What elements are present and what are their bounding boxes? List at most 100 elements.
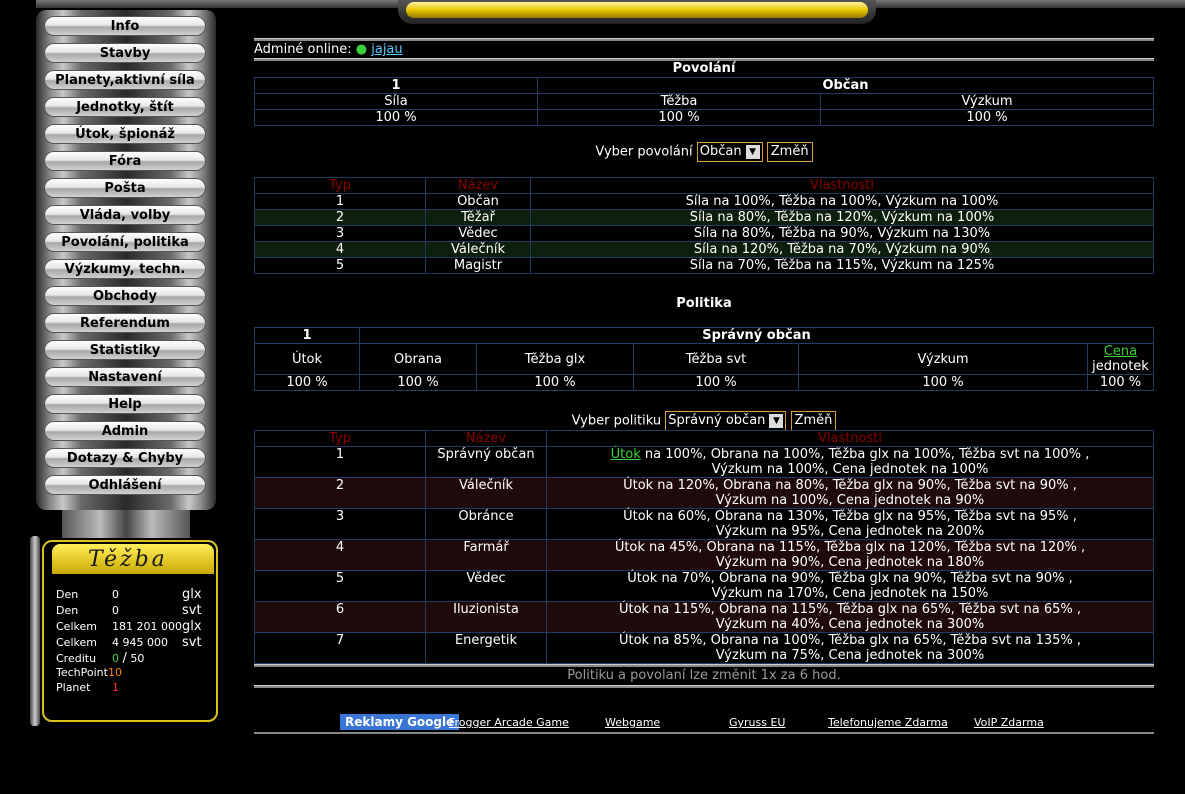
table-cell: Válečník	[425, 477, 547, 509]
table-cell: Útok na 70%, Obrana na 90%, Těžba glx na…	[546, 570, 1154, 602]
table-row: 7 Energetik Útok na 85%, Obrana na 100%,…	[254, 632, 1154, 664]
desc-line: Útok na 70%, Obrana na 90%, Těžba glx na…	[627, 571, 1073, 586]
table-cell: 2	[254, 477, 426, 509]
table-header-row: Typ Název Vlastnosti	[254, 430, 1154, 447]
table-cell: Iluzionista	[425, 601, 547, 633]
resource-unit: svt	[182, 602, 202, 618]
povolani-select[interactable]: Občan ▼	[696, 142, 763, 162]
menu-item-vyzkumy[interactable]: Výzkumy, techn.	[44, 259, 206, 279]
menu-item-obchody[interactable]: Obchody	[44, 286, 206, 306]
resource-label: Celkem	[56, 635, 97, 649]
table-cell: Síla na 80%, Těžba na 120%, Výzkum na 10…	[530, 209, 1154, 226]
table-cell: 1	[254, 193, 426, 210]
table-header: Obrana	[359, 343, 477, 375]
politika-current-table: 1 Správný občan Útok Obrana Těžba glx Tě…	[254, 327, 1154, 391]
menu-item-info[interactable]: Info	[44, 16, 206, 36]
menu-item-odhlaseni[interactable]: Odhlášení	[44, 475, 206, 495]
table-header: Výzkum	[820, 93, 1154, 110]
menu-item-fora[interactable]: Fóra	[44, 151, 206, 171]
politika-select[interactable]: Správný občan ▼	[665, 411, 787, 431]
table-cell: 3	[254, 225, 426, 242]
table-cell: 5	[254, 257, 426, 274]
table-header: Výzkum	[798, 343, 1088, 375]
table-cell: Útok na 120%, Obrana na 80%, Těžba glx n…	[546, 477, 1154, 509]
politika-list-table: Typ Název Vlastnosti 1 Správný občan Úto…	[254, 430, 1154, 664]
credit-separator: /	[122, 650, 127, 666]
politika-current-section: 1 Správný občan Útok Obrana Těžba glx Tě…	[254, 327, 1154, 391]
cena-link[interactable]: Cena	[1104, 344, 1137, 359]
menu-item-povolani[interactable]: Povolání, politika	[44, 232, 206, 252]
resource-label: Celkem	[56, 619, 97, 633]
credit-max: 50	[130, 651, 145, 665]
table-header: Název	[425, 430, 547, 447]
povolani-form: Vyber povolání Občan ▼ Změň	[254, 142, 1154, 162]
chevron-down-icon: ▼	[769, 413, 784, 428]
online-dot-icon: ●	[355, 42, 368, 57]
techpoint-row: TechPoint10	[56, 666, 202, 679]
table-cell: Občan	[425, 193, 531, 210]
table-cell: Síla na 70%, Těžba na 115%, Výzkum na 12…	[530, 257, 1154, 274]
table-cell: Magistr	[425, 257, 531, 274]
planet-value: 1	[112, 680, 119, 694]
sidebar: Info Stavby Planety,aktivní síla Jednotk…	[36, 10, 216, 510]
menu-item-vlada[interactable]: Vláda, volby	[44, 205, 206, 225]
desc-line: Útok na 45%, Obrana na 115%, Těžba glx n…	[614, 540, 1086, 555]
menu-item-posta[interactable]: Pošta	[44, 178, 206, 198]
politika-select-label: Vyber politiku	[571, 413, 662, 429]
table-row: 1 Správný občan Útok na 100%, Obrana na …	[254, 446, 1154, 478]
ad-link[interactable]: Webgame	[605, 716, 660, 729]
table-header: Těžba glx	[476, 343, 634, 375]
politika-current-name: Správný občan	[359, 327, 1154, 344]
google-ads-label[interactable]: Reklamy Google	[340, 714, 460, 730]
desc-line: Výzkum na 75%, Cena jednotek na 300%	[715, 648, 985, 663]
admins-online: Adminé online: ● jajau	[254, 42, 403, 57]
admins-online-label: Adminé online:	[254, 42, 352, 57]
table-cell: 100 %	[537, 109, 821, 126]
ad-link[interactable]: VoIP Zdarma	[974, 716, 1044, 729]
credit-current: 0	[112, 651, 119, 665]
table-row: 1 Občan	[254, 77, 1154, 94]
top-gold-bar	[406, 2, 868, 18]
politika-change-button[interactable]: Změň	[790, 411, 837, 431]
table-cell: Síla na 100%, Těžba na 100%, Výzkum na 1…	[530, 193, 1154, 210]
menu-item-help[interactable]: Help	[44, 394, 206, 414]
cena-suffix: jednotek	[1092, 359, 1149, 374]
desc-line: Útok na 85%, Obrana na 100%, Těžba glx n…	[618, 633, 1082, 648]
desc-line: Útok na 120%, Obrana na 80%, Těžba glx n…	[623, 478, 1077, 493]
table-cell: 4	[254, 241, 426, 258]
resource-row: Den 0 svt	[56, 602, 202, 618]
table-header: Vlastnosti	[530, 177, 1154, 194]
menu-item-utok[interactable]: Útok, špionáž	[44, 124, 206, 144]
table-header: Síla	[254, 93, 538, 110]
menu-item-planety[interactable]: Planety,aktivní síla	[44, 70, 206, 90]
table-header: Vlastnosti	[546, 430, 1154, 447]
ad-link[interactable]: Gyruss EU	[729, 716, 786, 729]
menu-item-referendum[interactable]: Referendum	[44, 313, 206, 333]
resource-panel-title: Těžba	[88, 547, 168, 572]
table-row: Síla Těžba Výzkum	[254, 93, 1154, 110]
utok-link[interactable]: Útok	[611, 447, 641, 462]
menu-item-jednotky[interactable]: Jednotky, štít	[44, 97, 206, 117]
menu-item-nastaveni[interactable]: Nastavení	[44, 367, 206, 387]
table-row: 4 Válečník Síla na 120%, Těžba na 70%, V…	[254, 241, 1154, 258]
table-cell: Síla na 80%, Těžba na 90%, Výzkum na 130…	[530, 225, 1154, 242]
credit-label: Creditu	[56, 651, 97, 665]
resource-value: 0	[112, 587, 119, 601]
desc-line: Útok na 115%, Obrana na 115%, Těžba glx …	[618, 602, 1082, 617]
table-row: 4 Farmář Útok na 45%, Obrana na 115%, Tě…	[254, 539, 1154, 571]
desc-line: Výzkum na 90%, Cena jednotek na 180%	[715, 555, 985, 570]
table-cell: Útok na 100%, Obrana na 100%, Těžba glx …	[546, 446, 1154, 478]
bottom-divider	[254, 732, 1154, 734]
techpoint-label: TechPoint10	[56, 666, 202, 679]
table-row: 5 Vědec Útok na 70%, Obrana na 90%, Těžb…	[254, 570, 1154, 602]
divider	[254, 685, 1154, 688]
menu-item-dotazy[interactable]: Dotazy & Chyby	[44, 448, 206, 468]
povolani-change-button[interactable]: Změň	[766, 142, 813, 162]
menu-item-statistiky[interactable]: Statistiky	[44, 340, 206, 360]
table-cell: 100 %	[798, 374, 1088, 391]
ad-link[interactable]: Frogger Arcade Game	[449, 716, 569, 729]
menu-item-stavby[interactable]: Stavby	[44, 43, 206, 63]
menu-item-admin[interactable]: Admin	[44, 421, 206, 441]
ad-link[interactable]: Telefonujeme Zdarma	[828, 716, 948, 729]
admin-user-link[interactable]: jajau	[371, 42, 402, 57]
